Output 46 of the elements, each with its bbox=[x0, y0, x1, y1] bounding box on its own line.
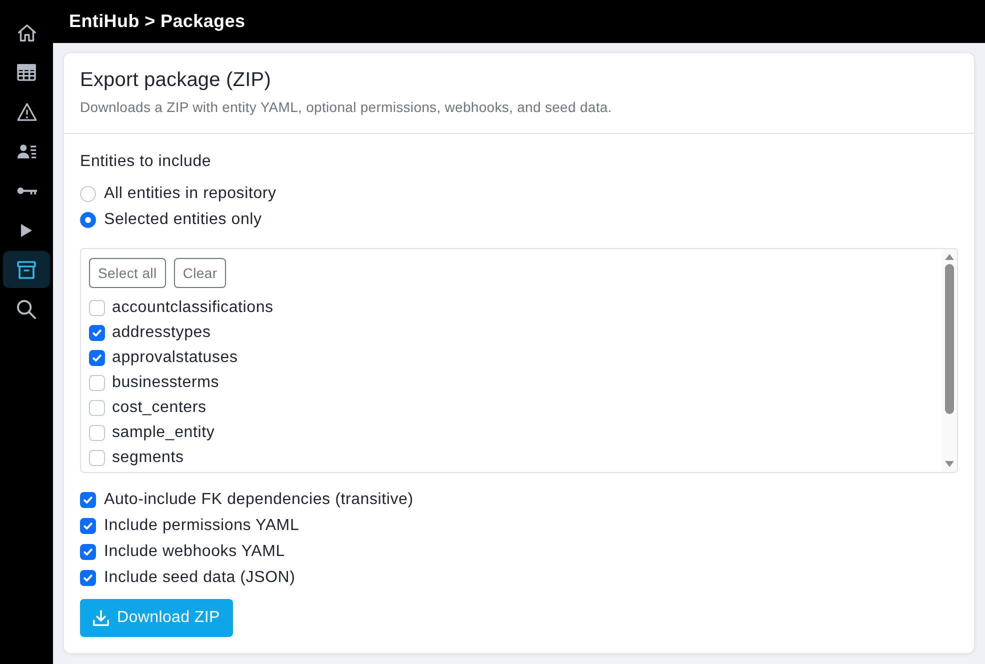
checkbox[interactable] bbox=[80, 518, 96, 534]
scroll-down-icon[interactable] bbox=[945, 461, 954, 467]
entity-name: sample_entity bbox=[112, 424, 215, 442]
radio-button[interactable] bbox=[80, 186, 96, 202]
entity-name: cost_centers bbox=[112, 398, 206, 416]
checkbox[interactable] bbox=[80, 570, 96, 586]
section-label: Entities to include bbox=[80, 152, 212, 172]
list-action-button[interactable]: Clear bbox=[174, 258, 226, 288]
radio-label: All entities in repository bbox=[104, 185, 276, 203]
checkbox[interactable] bbox=[80, 544, 96, 560]
card-subtitle: Downloads a ZIP with entity YAML, optional permissions, webhooks, and seed data. bbox=[80, 98, 613, 116]
entity-name: businessterms bbox=[112, 374, 220, 392]
checkbox[interactable] bbox=[89, 350, 105, 366]
entity-name: addresstypes bbox=[112, 324, 211, 342]
home-icon bbox=[18, 24, 36, 42]
entity-name: segments bbox=[112, 448, 184, 466]
option-label: Include seed data (JSON) bbox=[104, 569, 296, 587]
warning-icon bbox=[16, 102, 36, 120]
entity-name: approvalstatuses bbox=[112, 348, 238, 366]
option-label: Include permissions YAML bbox=[104, 517, 300, 535]
radio-label: Selected entities only bbox=[104, 211, 262, 229]
checkbox[interactable] bbox=[89, 300, 105, 316]
checkbox[interactable] bbox=[89, 424, 105, 440]
option-label: Auto-include FK dependencies (transitive) bbox=[104, 491, 414, 509]
radio-button[interactable] bbox=[80, 212, 96, 228]
sidebar-item[interactable] bbox=[3, 251, 50, 288]
play-icon bbox=[21, 224, 32, 236]
table-icon bbox=[17, 64, 36, 80]
checkbox[interactable] bbox=[80, 492, 96, 508]
checkbox[interactable] bbox=[89, 374, 105, 390]
download-icon bbox=[93, 610, 109, 626]
archive-icon bbox=[17, 260, 36, 278]
person-list-icon bbox=[16, 144, 36, 158]
checkbox[interactable] bbox=[89, 400, 105, 416]
list-action-button[interactable]: Select all bbox=[89, 258, 166, 288]
option-label: Include webhooks YAML bbox=[104, 543, 285, 561]
entity-name: accountclassifications bbox=[112, 298, 274, 316]
scroll-up-icon[interactable] bbox=[945, 254, 954, 260]
card-title: Export package (ZIP) bbox=[80, 68, 272, 93]
checkbox[interactable] bbox=[89, 324, 105, 340]
scrollbar-thumb[interactable] bbox=[945, 264, 954, 414]
page-title: EntiHub > Packages bbox=[69, 11, 246, 32]
download-button[interactable]: Download ZIP bbox=[80, 599, 233, 637]
checkbox[interactable] bbox=[89, 450, 105, 466]
search-icon bbox=[17, 300, 36, 318]
key-icon bbox=[16, 186, 36, 194]
